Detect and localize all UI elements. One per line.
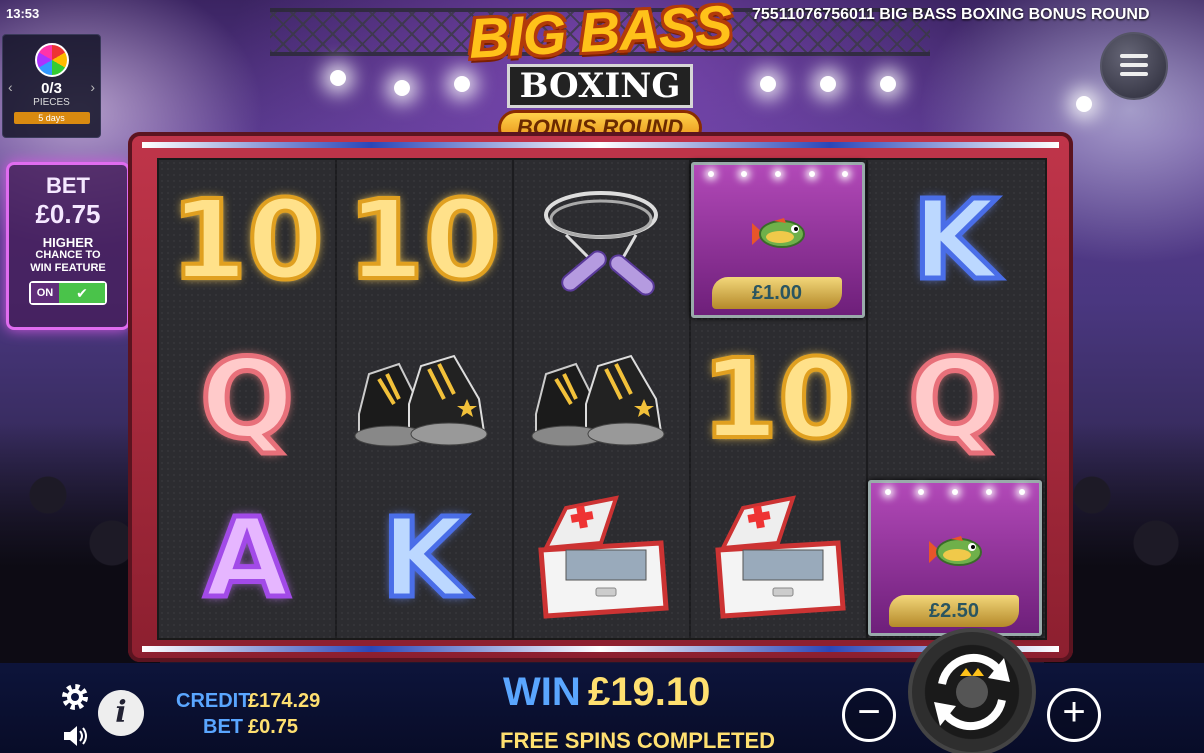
logo-line-1: BIG BASS [467, 0, 733, 70]
menu-button[interactable] [1100, 32, 1168, 100]
pieces-label: PIECES [33, 97, 70, 108]
hamburger-icon-bar [1120, 72, 1148, 76]
win-value: £19.10 [588, 670, 711, 714]
round-title: 75511076756011 BIG BASS BOXING BONUS ROU… [752, 6, 1150, 23]
fish-icon [929, 535, 982, 566]
reel-separator [512, 160, 514, 638]
ante-bet-label: BET [46, 173, 90, 198]
hint-line-3: WIN FEATURE [30, 262, 106, 274]
ante-bet-hint: HIGHER CHANCE TO WIN FEATURE [9, 236, 127, 275]
fish-money-card: £1.00 [691, 161, 865, 318]
reel-separator [335, 160, 337, 638]
pieces-count: 0/3 [41, 80, 62, 97]
reel-symbol-boxing-boots [336, 319, 512, 478]
symbol-text: Q [198, 334, 296, 463]
prize-wheel-icon [34, 43, 69, 77]
speaker-icon[interactable] [62, 724, 88, 748]
reel-symbol-a: A [159, 478, 335, 637]
reel-symbol-q: Q [159, 319, 335, 478]
symbol-text: 10 [699, 334, 856, 463]
info-icon: i [115, 695, 127, 730]
reel-symbol-10: 10 [159, 160, 335, 319]
spotlight [330, 70, 346, 86]
increase-bet-button[interactable]: + [1047, 688, 1101, 742]
status-clock: 13:53 [6, 6, 40, 21]
reel-symbol-first-aid-kit [690, 478, 866, 637]
card-lights [694, 170, 862, 177]
boxing-boots-icon [354, 354, 488, 446]
gear-icon[interactable] [60, 682, 90, 712]
win-label: WIN [503, 670, 581, 714]
card-lights [871, 488, 1039, 495]
reel-column [513, 160, 689, 638]
reel-column: KQ £2.50 [867, 160, 1043, 638]
spotlight [880, 76, 896, 92]
reel-column: 10 K [336, 160, 512, 638]
hint-line-2: CHANCE TO [35, 249, 101, 261]
symbol-text: A [202, 493, 292, 622]
spotlight [394, 80, 410, 96]
spin-arrows-icon [934, 653, 1010, 731]
checkmark-icon: ✔ [59, 283, 105, 303]
bet-label: BET [203, 716, 243, 738]
spotlight [1076, 96, 1092, 112]
pieces-timer-badge: 5 days [13, 112, 90, 124]
reel-symbol-q: Q [867, 319, 1043, 478]
symbol-text: K [910, 175, 1000, 304]
bet-value: £0.75 [248, 716, 299, 738]
first-aid-kit-icon [715, 494, 846, 619]
chevron-right-icon[interactable]: › [90, 79, 95, 95]
chevron-left-icon[interactable]: ‹ [8, 79, 13, 95]
boxing-boots-icon [531, 354, 665, 446]
reel-grid[interactable]: 10 Q A 10 K £1.00 10 K Q £2.50 [157, 158, 1047, 640]
info-button[interactable]: i [98, 690, 144, 736]
symbol-text: Q [906, 334, 1004, 463]
toggle-label: ON [31, 283, 59, 303]
reel-symbol-k: K [867, 160, 1043, 319]
hamburger-icon-bar [1120, 63, 1148, 67]
reel-symbol-boxing-boots [513, 319, 689, 478]
reel-column: 10 Q A [159, 160, 335, 638]
hint-line-1: HIGHER [42, 235, 94, 250]
logo-line-2: BOXING [506, 64, 694, 108]
decrease-bet-button[interactable]: − [842, 688, 896, 742]
symbol-text: 10 [345, 175, 502, 304]
ante-bet-panel[interactable]: BET £0.75 HIGHER CHANCE TO WIN FEATURE O… [6, 162, 130, 330]
status-message: FREE SPINS COMPLETED [500, 728, 776, 753]
symbol-text: K [379, 493, 469, 622]
reel-symbol-10: 10 [690, 319, 866, 478]
hamburger-icon [1120, 54, 1148, 58]
spin-button[interactable] [908, 628, 1036, 753]
credit-value: £174.29 [248, 690, 321, 712]
reel-symbol-fish-money: £2.50 [867, 478, 1043, 637]
spotlight [760, 76, 776, 92]
fish-icon [752, 217, 805, 248]
reel-symbol-skipping-rope [513, 160, 689, 319]
symbol-text: 10 [168, 175, 325, 304]
first-aid-kit-icon [538, 494, 669, 619]
reel-separator [866, 160, 868, 638]
reel-symbol-fish-money: £1.00 [690, 160, 866, 319]
ante-bet-value: £0.75 [35, 199, 101, 229]
skipping-rope-icon [544, 190, 658, 296]
ring-rope [142, 142, 1059, 148]
reel-symbol-k: K [336, 478, 512, 637]
ante-bet-toggle[interactable]: ON ✔ [29, 281, 107, 305]
reel-column: £1.00 10 [690, 160, 866, 638]
reel-symbol-first-aid-kit [513, 478, 689, 637]
fish-money-card: £2.50 [868, 479, 1042, 636]
credit-label: CREDIT [176, 690, 251, 712]
game-background: 13:53 ‹ › 0/3 PIECES 5 days BET £0.75 HI… [0, 0, 1204, 753]
reel-symbol-10: 10 [336, 160, 512, 319]
pieces-collection-panel[interactable]: ‹ › 0/3 PIECES 5 days [2, 34, 101, 138]
reel-separator [689, 160, 691, 638]
fish-money-value: £1.00 [712, 276, 842, 309]
fish-money-value: £2.50 [889, 594, 1019, 627]
spotlight [820, 76, 836, 92]
